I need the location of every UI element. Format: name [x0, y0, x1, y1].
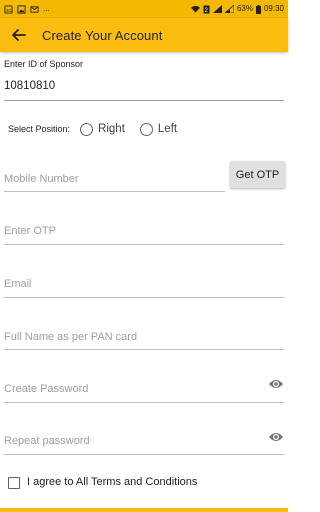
sponsor-label: Enter ID of Sponsor: [4, 59, 84, 69]
page-title: Create Your Account: [42, 27, 163, 43]
sponsor-underline: [4, 100, 284, 101]
position-label: Select Position:: [8, 124, 71, 134]
full-name-underline: [4, 349, 284, 350]
terms-checkbox[interactable]: [8, 477, 20, 489]
battery-icon: [255, 4, 261, 14]
sim-icon: 4G: [4, 4, 13, 14]
otp-field[interactable]: Enter OTP: [4, 225, 56, 237]
eye-icon[interactable]: [268, 378, 284, 390]
message-icon: [30, 5, 39, 13]
email-underline: [4, 297, 284, 298]
app-bar: Create Your Account: [0, 18, 288, 52]
status-dots: ...: [43, 4, 50, 13]
image-icon: [17, 4, 26, 14]
radio-left-label[interactable]: Left: [158, 123, 177, 135]
signal-icon: [212, 5, 222, 13]
signal-2-icon: [224, 5, 234, 13]
wifi-icon: [190, 5, 200, 13]
bottom-bar: [0, 508, 288, 512]
status-right-icons: 2 63% 09:30: [190, 4, 284, 14]
radio-left[interactable]: [139, 122, 153, 136]
position-selector: Select Position: Right Left: [8, 119, 192, 139]
back-button[interactable]: [2, 18, 36, 52]
arrow-left-icon: [12, 29, 26, 41]
create-password-underline: [4, 402, 284, 403]
terms-label[interactable]: I agree to All Terms and Conditions: [27, 476, 197, 488]
otp-underline: [4, 244, 284, 245]
eye-icon[interactable]: [268, 431, 284, 443]
get-otp-button[interactable]: Get OTP: [230, 161, 285, 188]
mobile-number-underline: [4, 191, 225, 192]
status-left-icons: 4G ...: [4, 5, 50, 14]
svg-text:4G: 4G: [6, 7, 13, 12]
radio-right-label[interactable]: Right: [98, 123, 125, 135]
repeat-password-underline: [4, 454, 284, 455]
mobile-number-field[interactable]: Mobile Number: [4, 173, 79, 185]
sponsor-input[interactable]: 10810810: [4, 80, 55, 92]
radio-right[interactable]: [80, 122, 94, 136]
status-bar: 4G ... 2 63% 09:30: [0, 0, 288, 18]
repeat-password-field[interactable]: Repeat password: [4, 435, 90, 447]
status-time: 09:30: [263, 4, 284, 13]
sim-2-icon: 2: [203, 5, 210, 14]
full-name-field[interactable]: Full Name as per PAN card: [4, 331, 137, 343]
email-field[interactable]: Email: [4, 278, 32, 290]
battery-percent: 63%: [236, 4, 253, 13]
create-password-field[interactable]: Create Password: [4, 383, 88, 395]
